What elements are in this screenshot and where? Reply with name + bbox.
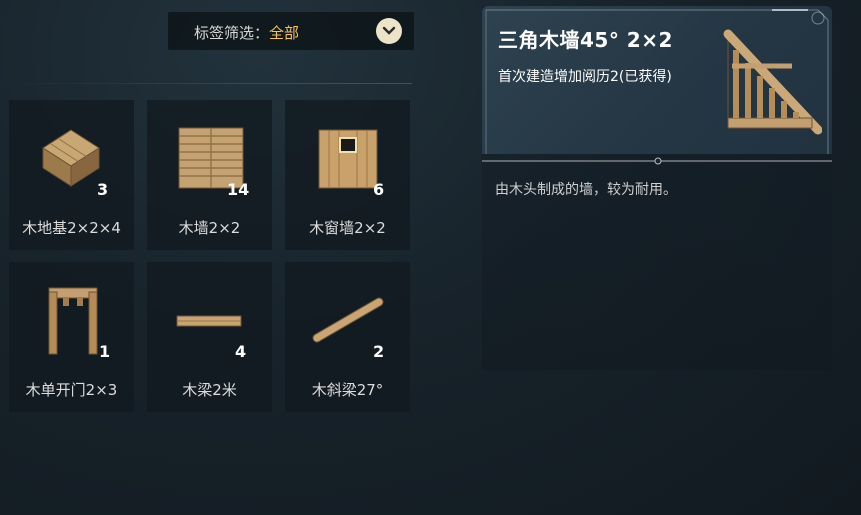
- item-count: 4: [235, 342, 247, 361]
- triangle-wood-wall-icon: [723, 29, 822, 135]
- detail-title: 三角木墙45° 2×2: [498, 28, 673, 52]
- detail-subtitle: 首次建造增加阅历2(已获得): [498, 69, 672, 85]
- header-divider: [0, 83, 412, 84]
- detail-description: 由木头制成的墙，较为耐用。: [495, 182, 677, 198]
- detail-divider: [482, 157, 832, 165]
- chevron-down-icon[interactable]: [376, 18, 402, 44]
- filter-value: 全部: [269, 24, 300, 42]
- item-name: 木梁2米: [182, 381, 237, 399]
- item-count: 6: [373, 180, 385, 199]
- item-count: 1: [99, 342, 111, 361]
- item-count: 14: [227, 180, 250, 199]
- item-wood-wall[interactable]: 14 木墙2×2: [147, 100, 272, 250]
- item-count: 3: [97, 180, 109, 199]
- item-count: 2: [373, 342, 385, 361]
- item-wood-window-wall[interactable]: 6 木窗墙2×2: [285, 100, 410, 250]
- item-wood-foundation[interactable]: 3 木地基2×2×4: [9, 100, 134, 250]
- item-detail-panel: 三角木墙45° 2×2 首次建造增加阅历2(已获得) 由木头制成的墙，较为耐用。: [482, 6, 832, 370]
- item-wood-beam[interactable]: 4 木梁2米: [147, 262, 272, 412]
- item-name: 木斜梁27°: [311, 381, 384, 399]
- item-wood-slant-beam[interactable]: 2 木斜梁27°: [285, 262, 410, 412]
- item-name: 木地基2×2×4: [22, 219, 121, 237]
- filter-label-text: 标签筛选：: [194, 24, 270, 42]
- item-wood-single-door[interactable]: 1 木单开门2×3: [9, 262, 134, 412]
- detail-header: 三角木墙45° 2×2 首次建造增加阅历2(已获得): [482, 6, 832, 154]
- filter-label: 标签筛选：全部: [194, 22, 299, 43]
- item-name: 木窗墙2×2: [309, 219, 386, 237]
- item-name: 木单开门2×3: [25, 381, 118, 399]
- item-name: 木墙2×2: [178, 219, 241, 237]
- tag-filter-bar[interactable]: 标签筛选：全部: [168, 12, 414, 50]
